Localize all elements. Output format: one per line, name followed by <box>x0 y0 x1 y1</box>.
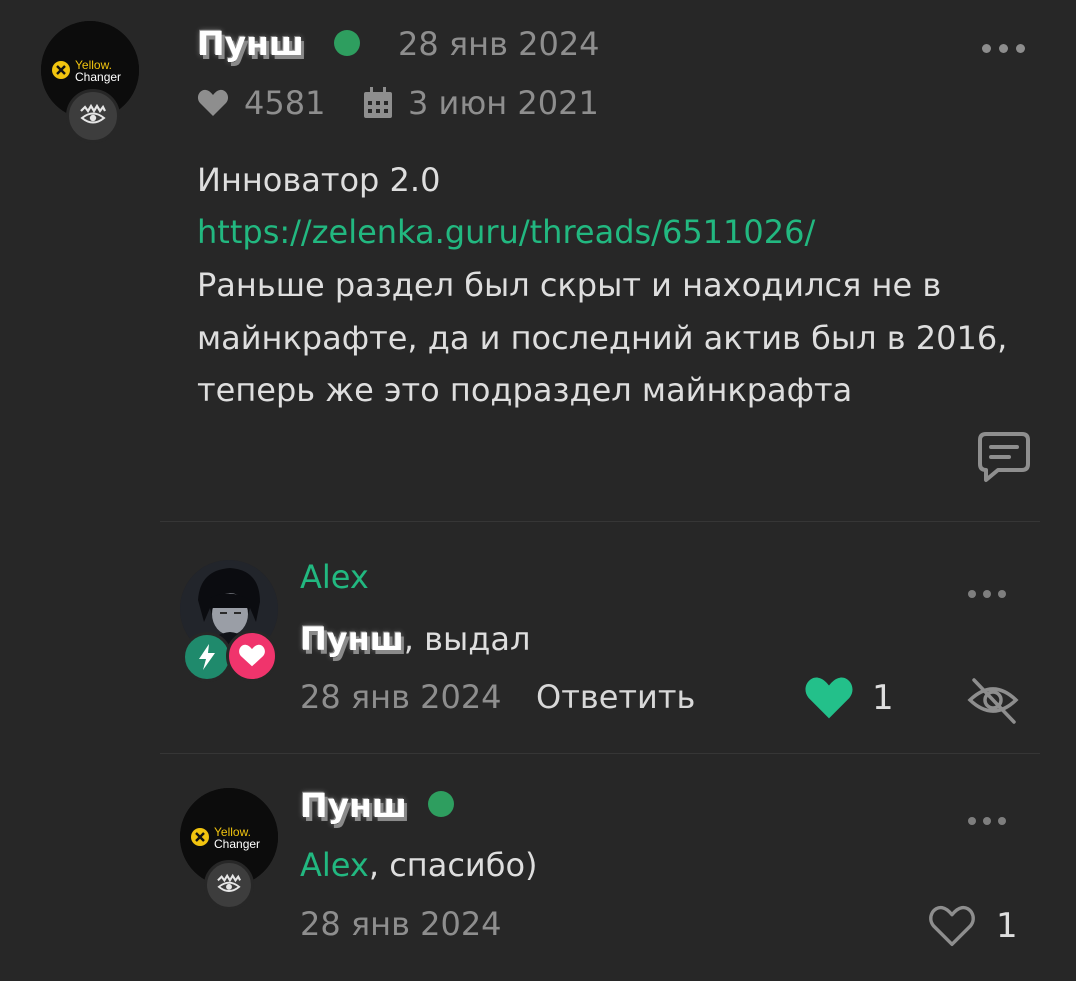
logo-text-changer: Changer <box>75 70 122 84</box>
heart-badge <box>226 630 278 682</box>
post-author-avatar[interactable]: Yellow. Changer <box>41 21 139 143</box>
post-body-line: теперь же это подраздел майнкрафта <box>197 371 853 409</box>
comment-icon[interactable] <box>976 430 1032 484</box>
reply-button[interactable]: Ответить <box>536 677 695 717</box>
post-body-line: Раньше раздел был скрыт и находился не в <box>197 266 942 304</box>
comment-text: , выдал <box>403 620 531 658</box>
comment-body: Пунш, выдал <box>300 619 530 659</box>
lightning-badge <box>182 632 232 682</box>
mention[interactable]: Пунш <box>300 620 404 658</box>
comment-more-button[interactable] <box>968 583 1013 602</box>
more-icon <box>968 817 976 825</box>
post-body-line: майнкрафте, да и последний актив был в 2… <box>197 319 1008 357</box>
calendar-icon <box>364 87 392 118</box>
logo-text-changer: Changer <box>214 837 261 851</box>
eye-badge <box>204 860 254 910</box>
mention[interactable]: Alex <box>300 846 369 884</box>
comment-date[interactable]: 28 янв 2024 <box>300 904 502 944</box>
divider <box>160 521 1040 522</box>
post-author-name[interactable]: Пунш <box>197 24 304 64</box>
online-indicator <box>428 791 454 817</box>
post-body-link[interactable]: https://zelenka.guru/threads/6511026/ <box>197 212 815 252</box>
eye-badge <box>66 89 120 143</box>
comment-author-name[interactable]: Alex <box>300 557 369 597</box>
comment-text: , спасибо) <box>368 846 538 884</box>
post-likes-count: 4581 <box>244 84 326 122</box>
post-date[interactable]: 28 янв 2024 <box>398 24 600 64</box>
like-button[interactable] <box>928 904 976 948</box>
lightning-icon <box>199 644 215 670</box>
more-icon <box>982 44 991 53</box>
comment-body: Alex, спасибо) <box>300 845 538 885</box>
divider <box>160 753 1040 754</box>
like-button[interactable] <box>804 676 854 720</box>
eye-off-icon[interactable] <box>966 674 1020 726</box>
more-icon <box>968 590 976 598</box>
eye-badge-icon <box>80 103 106 124</box>
heart-icon <box>197 89 229 116</box>
heart-icon <box>239 644 265 667</box>
comment-author-name[interactable]: Пунш <box>300 786 407 826</box>
post-body-line: Инноватор 2.0 <box>197 161 441 199</box>
comment-like-count: 1 <box>872 678 894 718</box>
online-indicator <box>334 30 360 56</box>
comment-more-button[interactable] <box>968 810 1013 829</box>
comment-like-count: 1 <box>996 906 1018 946</box>
comment-author-avatar[interactable]: Yellow. Changer <box>180 788 278 910</box>
post-registered-date: 3 июн 2021 <box>408 84 599 122</box>
comment-date[interactable]: 28 янв 2024 <box>300 677 502 717</box>
post-more-button[interactable] <box>982 38 1033 57</box>
eye-badge-icon <box>217 873 241 892</box>
